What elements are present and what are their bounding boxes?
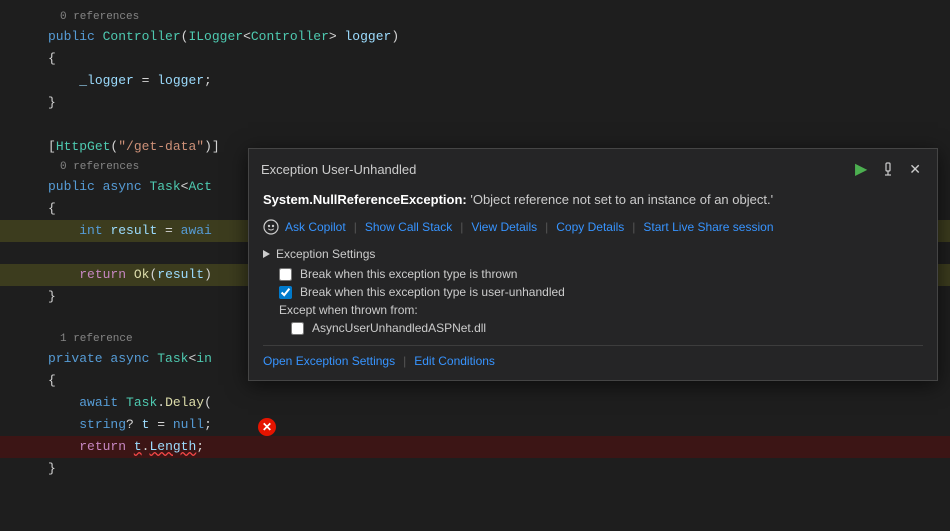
- code-line-constructor: public Controller(ILogger<Controller> lo…: [0, 26, 950, 48]
- code-line-brace6: }: [0, 458, 950, 480]
- exception-type: System.NullReferenceException:: [263, 192, 467, 207]
- check2-input[interactable]: [279, 286, 292, 299]
- settings-header[interactable]: Exception Settings: [263, 247, 923, 261]
- check1-input[interactable]: [279, 268, 292, 281]
- settings-header-label: Exception Settings: [276, 247, 375, 261]
- sub-check-input[interactable]: [291, 322, 304, 335]
- show-call-stack-link[interactable]: Show Call Stack: [365, 219, 452, 235]
- code-line-blank1: [0, 114, 950, 136]
- bottom-links: Open Exception Settings | Edit Condition…: [263, 345, 923, 368]
- sub-check-row: AsyncUserUnhandledASPNet.dll: [291, 321, 923, 335]
- code-line-delay: await Task.Delay(: [0, 392, 950, 414]
- code-line-brace1: {: [0, 48, 950, 70]
- continue-button[interactable]: ▶: [851, 157, 871, 181]
- except-when-label: Except when thrown from:: [279, 303, 923, 317]
- start-live-share-link[interactable]: Start Live Share session: [643, 219, 773, 235]
- open-exception-settings-link[interactable]: Open Exception Settings: [263, 354, 395, 368]
- ask-copilot-link[interactable]: Ask Copilot: [285, 219, 346, 235]
- popup-body: System.NullReferenceException: 'Object r…: [249, 187, 937, 380]
- action-links: Ask Copilot | Show Call Stack | View Det…: [263, 219, 923, 235]
- triangle-icon: [263, 250, 270, 258]
- exception-settings: Exception Settings Break when this excep…: [263, 247, 923, 368]
- code-line-string-null: string? t = null;: [0, 414, 950, 436]
- check1-label: Break when this exception type is thrown: [300, 267, 517, 281]
- check1-row: Break when this exception type is thrown: [279, 267, 923, 281]
- close-popup-button[interactable]: ✕: [905, 159, 925, 180]
- popup-titlebar: Exception User-Unhandled ▶ ✕: [249, 149, 937, 187]
- code-line-return-error: return t.Length;: [0, 436, 950, 458]
- error-badge: ✕: [258, 418, 276, 436]
- copilot-icon: [263, 219, 279, 235]
- exception-message: System.NullReferenceException: 'Object r…: [263, 191, 923, 209]
- sub-check-label: AsyncUserUnhandledASPNet.dll: [312, 321, 486, 335]
- exception-text: 'Object reference not set to an instance…: [467, 192, 773, 207]
- pin-button[interactable]: [877, 160, 899, 178]
- code-line-brace2: }: [0, 92, 950, 114]
- view-details-link[interactable]: View Details: [471, 219, 537, 235]
- copy-details-link[interactable]: Copy Details: [556, 219, 624, 235]
- exception-popup: Exception User-Unhandled ▶ ✕ System.Null…: [248, 148, 938, 381]
- check2-label: Break when this exception type is user-u…: [300, 285, 565, 299]
- code-line-logger: _logger = logger;: [0, 70, 950, 92]
- popup-controls: ▶ ✕: [851, 157, 925, 181]
- edit-conditions-link[interactable]: Edit Conditions: [414, 354, 495, 368]
- check2-row: Break when this exception type is user-u…: [279, 285, 923, 299]
- ref-line-1: 0 references: [0, 8, 950, 26]
- popup-title: Exception User-Unhandled: [261, 162, 416, 177]
